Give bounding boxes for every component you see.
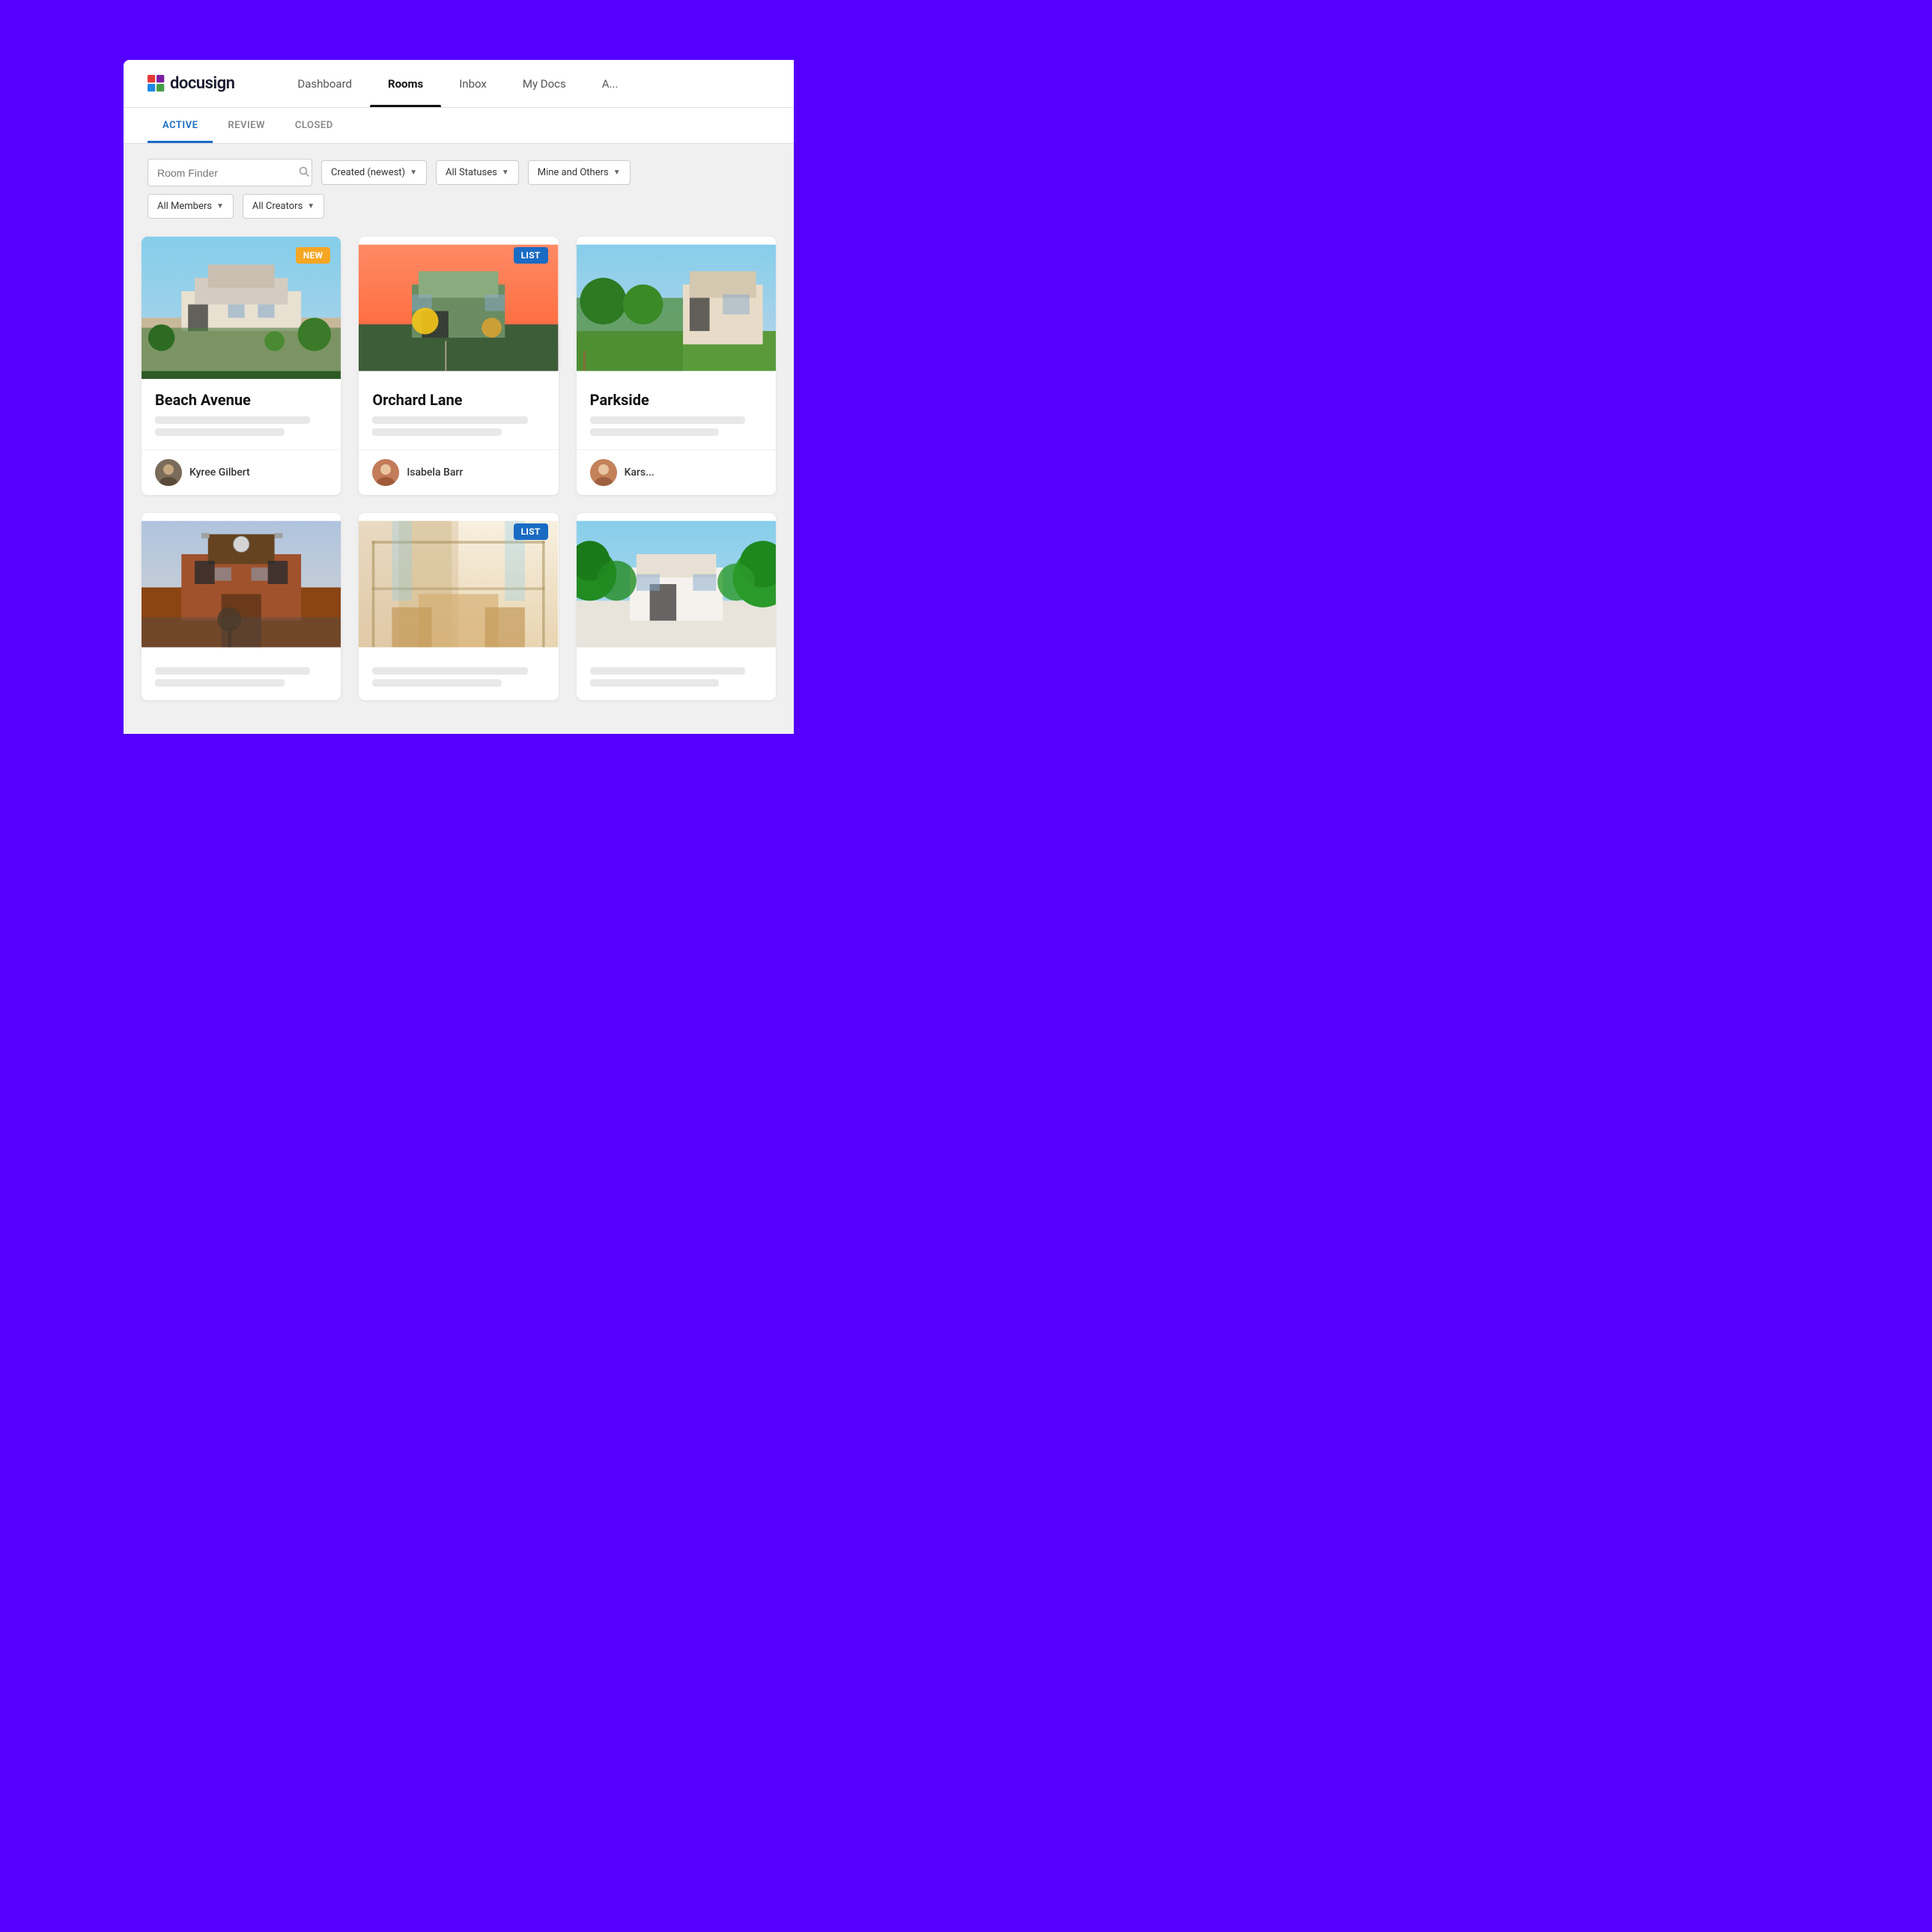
avatar-kyree [155, 459, 182, 486]
members-label: All Members [157, 201, 212, 212]
search-icon [299, 165, 309, 180]
tabs-bar: ACTIVE REVIEW CLOSED [124, 108, 794, 144]
search-input[interactable] [157, 167, 293, 179]
card-image-beach: NEW [142, 237, 341, 379]
card-image-interior: LIST [359, 513, 558, 655]
tab-closed[interactable]: CLOSED [280, 108, 348, 143]
card-line-11 [590, 667, 745, 675]
card-badge-list-orchard: LIST [514, 247, 548, 264]
filters-row-1: Created (newest) ▼ All Statuses ▼ Mine a… [124, 144, 794, 194]
main-nav: Dashboard Rooms Inbox My Docs A... [279, 60, 636, 107]
card-footer-orchard: Isabela Barr [359, 449, 558, 495]
card-footer-parkside: Kars... [577, 449, 776, 495]
status-label: All Statuses [446, 167, 497, 178]
members-dropdown[interactable]: All Members ▼ [148, 194, 234, 219]
card-orchard-lane[interactable]: LIST Orchard Lane Isabela Bar [359, 237, 558, 495]
card-line-12 [590, 679, 720, 687]
nav-dashboard[interactable]: Dashboard [279, 60, 370, 107]
card-line-3 [372, 416, 527, 424]
card-parkside[interactable]: Parkside Kars... [577, 237, 776, 495]
scope-chevron-icon: ▼ [613, 168, 621, 177]
card-body-parkside: Parkside [577, 379, 776, 449]
card-line-10 [372, 679, 502, 687]
brand-name: docusign [170, 74, 234, 93]
status-chevron-icon: ▼ [502, 168, 509, 177]
card-badge-list-interior: LIST [514, 523, 548, 540]
cards-grid: NEW Beach Avenue Kyree Gilber [124, 231, 794, 718]
card-line-4 [372, 428, 502, 436]
card-title-beach: Beach Avenue [155, 391, 327, 409]
filters-row-2: All Members ▼ All Creators ▼ [124, 194, 794, 231]
nav-mydocs[interactable]: My Docs [505, 60, 584, 107]
card-body-trees [577, 655, 776, 700]
card-image-trees [577, 513, 776, 655]
creators-dropdown[interactable]: All Creators ▼ [243, 194, 324, 219]
card-image-orchard: LIST [359, 237, 558, 379]
card-brick[interactable] [142, 513, 341, 700]
card-beach-avenue[interactable]: NEW Beach Avenue Kyree Gilber [142, 237, 341, 495]
card-line-9 [372, 667, 527, 675]
card-body-brick [142, 655, 341, 700]
card-trees[interactable] [577, 513, 776, 700]
tab-review[interactable]: REVIEW [213, 108, 280, 143]
logo[interactable]: docusign [148, 74, 234, 93]
avatar-kars [590, 459, 617, 486]
card-body-interior [359, 655, 558, 700]
card-line-1 [155, 416, 310, 424]
card-line-7 [155, 667, 310, 675]
card-footer-beach: Kyree Gilbert [142, 449, 341, 495]
card-line-8 [155, 679, 285, 687]
sort-chevron-icon: ▼ [410, 168, 417, 177]
card-image-brick [142, 513, 341, 655]
nav-inbox[interactable]: Inbox [441, 60, 505, 107]
nav-more[interactable]: A... [584, 60, 637, 107]
members-chevron-icon: ▼ [216, 202, 224, 210]
agent-name-isabela: Isabela Barr [407, 467, 463, 479]
scope-dropdown[interactable]: Mine and Others ▼ [528, 160, 631, 185]
card-line-2 [155, 428, 285, 436]
header: docusign Dashboard Rooms Inbox My Docs A… [124, 60, 794, 108]
card-line-6 [590, 428, 720, 436]
creators-label: All Creators [252, 201, 303, 212]
agent-name-kyree: Kyree Gilbert [189, 467, 250, 479]
avatar-isabela [372, 459, 399, 486]
tab-active[interactable]: ACTIVE [148, 108, 213, 143]
nav-rooms[interactable]: Rooms [370, 60, 441, 107]
status-dropdown[interactable]: All Statuses ▼ [436, 160, 519, 185]
card-interior[interactable]: LIST [359, 513, 558, 700]
agent-name-kars: Kars... [625, 467, 654, 479]
card-title-parkside: Parkside [590, 391, 762, 409]
sort-label: Created (newest) [331, 167, 405, 178]
card-body-beach: Beach Avenue [142, 379, 341, 449]
scope-label: Mine and Others [538, 167, 609, 178]
creators-chevron-icon: ▼ [307, 202, 315, 210]
card-badge-new: NEW [296, 247, 331, 264]
search-box[interactable] [148, 159, 312, 186]
card-image-parkside [577, 237, 776, 379]
sort-dropdown[interactable]: Created (newest) ▼ [321, 160, 427, 185]
card-line-5 [590, 416, 745, 424]
card-title-orchard: Orchard Lane [372, 391, 544, 409]
card-body-orchard: Orchard Lane [359, 379, 558, 449]
